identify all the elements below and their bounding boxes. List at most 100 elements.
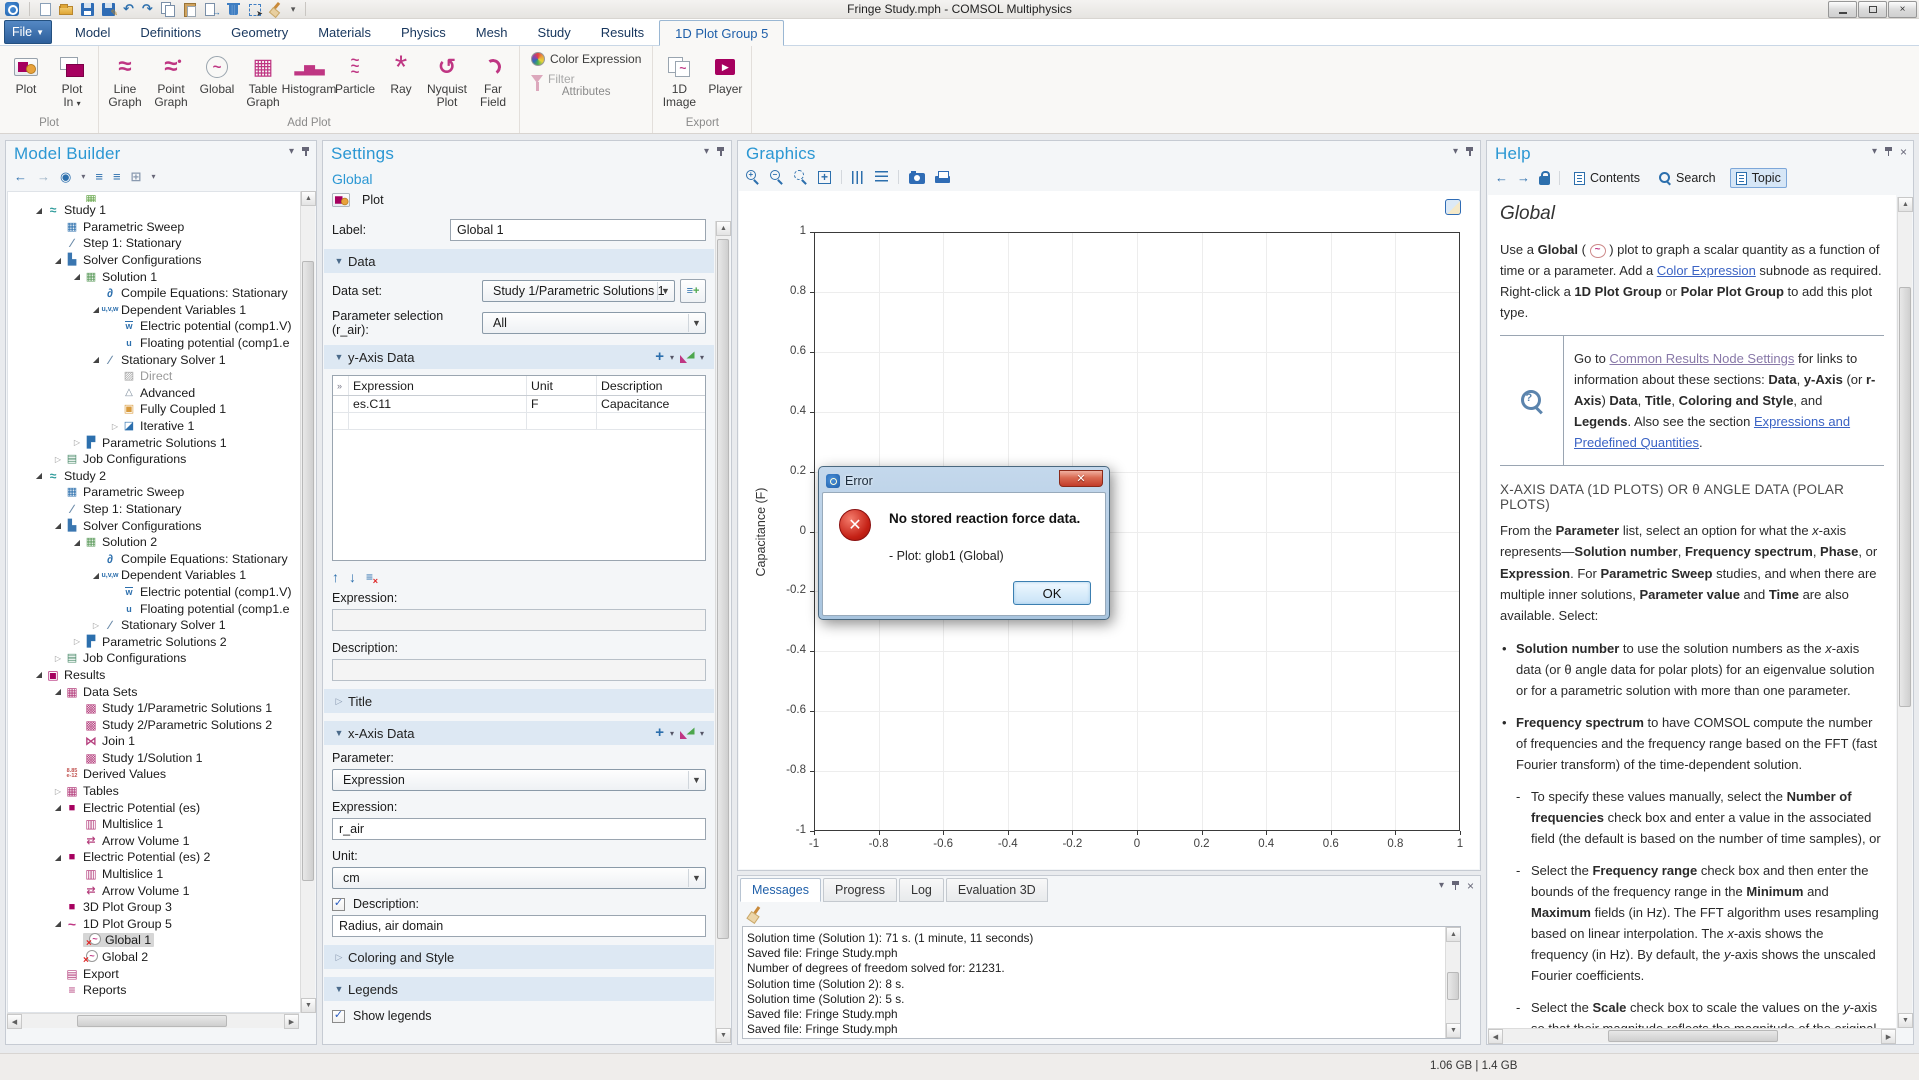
- collapse-icon[interactable]: ◢: [33, 471, 45, 480]
- back-icon[interactable]: ←: [1495, 171, 1508, 185]
- x-grid-icon[interactable]: [852, 171, 865, 184]
- tree-item-multislice-1[interactable]: ▥Multislice 1: [8, 816, 300, 833]
- go-to-node-icon[interactable]: ⊞: [131, 170, 142, 184]
- pin-icon[interactable]: [1884, 147, 1893, 157]
- tree-item-solver-configurations[interactable]: ◢▙Solver Configurations: [8, 517, 300, 534]
- delete-icon[interactable]: [227, 2, 241, 16]
- show-icon[interactable]: ◉: [60, 170, 71, 184]
- tree-item-join-1[interactable]: ⋈Join 1: [8, 733, 300, 750]
- collapse-icon[interactable]: ◢: [52, 803, 64, 812]
- forward-icon[interactable]: →: [37, 170, 50, 184]
- log-vertical-scrollbar[interactable]: ▲ ▼: [1445, 927, 1460, 1038]
- scroll-right-icon[interactable]: ▶: [1881, 1029, 1896, 1044]
- scroll-up-icon[interactable]: ▲: [716, 221, 731, 236]
- histogram-button[interactable]: ▂▅▃Histogram: [286, 49, 332, 96]
- panel-menu-icon[interactable]: ▾: [1439, 881, 1444, 891]
- tree-item-stationary-solver-1[interactable]: ▷∕Stationary Solver 1: [8, 617, 300, 634]
- panel-menu-icon[interactable]: ▾: [1872, 147, 1877, 157]
- plotin-button[interactable]: PlotIn ▾: [49, 49, 95, 110]
- tree-item-study-1-solution-1[interactable]: ▩Study 1/Solution 1: [8, 750, 300, 767]
- scroll-up-icon[interactable]: ▲: [1446, 927, 1461, 942]
- table-row[interactable]: es.C11FCapacitance: [333, 396, 705, 413]
- pointgraph-button[interactable]: ≈PointGraph: [148, 49, 194, 109]
- tree-item-multislice-1[interactable]: ▥Multislice 1: [8, 866, 300, 883]
- tree-item-3d-plot-group-3[interactable]: ■3D Plot Group 3: [8, 899, 300, 916]
- add-expression-icon[interactable]: +: [655, 726, 664, 740]
- print-icon[interactable]: [935, 171, 950, 183]
- tree-item-study-2-parametric-solutions-2[interactable]: ▩Study 2/Parametric Solutions 2: [8, 716, 300, 733]
- save-as-icon[interactable]: [102, 3, 115, 16]
- zoom-in-icon[interactable]: +: [746, 170, 760, 184]
- tree-item-global-1[interactable]: Global 1: [8, 932, 300, 949]
- go-to-menu-icon[interactable]: ▾: [151, 170, 155, 184]
- scroll-down-icon[interactable]: ▼: [1898, 1013, 1913, 1028]
- tree-item-parametric-solutions-1[interactable]: ▷▛Parametric Solutions 1: [8, 434, 300, 451]
- tree-item-electric-potential-comp1-v[interactable]: wElectric potential (comp1.V): [8, 318, 300, 335]
- section-data[interactable]: ▼ Data: [324, 249, 714, 273]
- tree-item-solution-2[interactable]: ◢▦Solution 2: [8, 534, 300, 551]
- tree-item-solution-1[interactable]: ◢▦Solution 1: [8, 268, 300, 285]
- tree-item-step-1-stationary[interactable]: ∕Step 1: Stationary: [8, 235, 300, 252]
- tree-item-study-1-parametric-solutions-1[interactable]: ▩Study 1/Parametric Solutions 1: [8, 700, 300, 717]
- tree-item-export[interactable]: ▤Export: [8, 965, 300, 982]
- move-up-icon[interactable]: ↑: [332, 569, 339, 585]
- tree-item-parametric-sweep[interactable]: ▦Parametric Sweep: [8, 219, 300, 236]
- tab-messages[interactable]: Messages: [740, 878, 821, 902]
- close-button[interactable]: ×: [1888, 1, 1917, 18]
- close-icon[interactable]: ×: [1467, 881, 1474, 891]
- minimize-button[interactable]: [1828, 1, 1857, 18]
- plot-button[interactable]: Plot: [332, 191, 706, 209]
- section-legends[interactable]: ▼ Legends: [324, 977, 714, 1001]
- pin-icon[interactable]: [1465, 147, 1474, 157]
- collapse-icon[interactable]: ◢: [52, 687, 64, 696]
- tree-item-clipped-node[interactable]: ▦: [8, 192, 300, 202]
- farfield-button[interactable]: FarField: [470, 49, 516, 109]
- expand-icon[interactable]: ▷: [52, 455, 64, 464]
- tree-item-stationary-solver-1[interactable]: ◢∕Stationary Solver 1: [8, 351, 300, 368]
- ok-button[interactable]: OK: [1013, 581, 1091, 605]
- x-parameter-combo[interactable]: Expression▼: [332, 769, 706, 791]
- scroll-left-icon[interactable]: ◀: [1488, 1029, 1503, 1044]
- model-builder-vertical-scrollbar[interactable]: ▲ ▼: [300, 191, 315, 1013]
- x-expression-input[interactable]: r_air: [332, 818, 706, 840]
- tree-item-1d-plot-group-5[interactable]: ◢~1D Plot Group 5: [8, 916, 300, 933]
- collapse-icon[interactable]: ◢: [52, 853, 64, 862]
- tab-evaluation-3d[interactable]: Evaluation 3D: [946, 878, 1048, 902]
- collapse-icon[interactable]: ◢: [90, 571, 102, 580]
- tree-item-iterative-1[interactable]: ▷◪Iterative 1: [8, 418, 300, 435]
- 1dimage-button[interactable]: 1DImage: [656, 49, 702, 109]
- plot-axis-icon[interactable]: [680, 351, 694, 363]
- tab-mesh[interactable]: Mesh: [461, 19, 523, 45]
- add-expression-icon[interactable]: +: [655, 350, 664, 364]
- error-dialog-titlebar[interactable]: Error ✕: [822, 470, 1106, 492]
- tree-item-study-1[interactable]: ◢≈Study 1: [8, 202, 300, 219]
- collapse-icon[interactable]: ◢: [52, 256, 64, 265]
- column-header-description[interactable]: Description: [597, 376, 705, 395]
- expand-icon[interactable]: ▷: [52, 787, 64, 796]
- dialog-close-button[interactable]: ✕: [1059, 470, 1103, 487]
- tree-item-dependent-variables-1[interactable]: ◢u,v,wDependent Variables 1: [8, 302, 300, 319]
- linegraph-button[interactable]: ≈LineGraph: [102, 49, 148, 109]
- tree-item-tables[interactable]: ▷▦Tables: [8, 783, 300, 800]
- tree-item-step-1-stationary[interactable]: ∕Step 1: Stationary: [8, 501, 300, 518]
- expand-icon[interactable]: ▷: [71, 438, 83, 447]
- cell-expression[interactable]: es.C11: [349, 396, 527, 412]
- topic-button[interactable]: Topic: [1730, 168, 1787, 188]
- collapse-icon[interactable]: ◢: [33, 670, 45, 679]
- lock-icon[interactable]: [1539, 176, 1550, 185]
- link-color-expression[interactable]: Color Expression: [1657, 263, 1756, 278]
- x-unit-combo[interactable]: cm▼: [332, 867, 706, 889]
- new-dataset-button[interactable]: ≡+: [680, 279, 706, 303]
- tree-item-floating-potential-comp1-e[interactable]: uFloating potential (comp1.e: [8, 335, 300, 352]
- duplicate-icon[interactable]: [205, 2, 219, 16]
- move-down-icon[interactable]: ↓: [349, 569, 356, 585]
- pin-icon[interactable]: [301, 147, 310, 157]
- tab-model[interactable]: Model: [60, 19, 125, 45]
- tree-item-compile-equations-stationary[interactable]: ∂Compile Equations: Stationary: [8, 550, 300, 567]
- scroll-up-icon[interactable]: ▲: [301, 191, 316, 206]
- scroll-up-icon[interactable]: ▲: [1898, 197, 1913, 212]
- tree-item-floating-potential-comp1-e[interactable]: uFloating potential (comp1.e: [8, 600, 300, 617]
- tab-progress[interactable]: Progress: [823, 878, 897, 902]
- tree-item-global-2[interactable]: Global 2: [8, 949, 300, 966]
- tree-item-derived-values[interactable]: 8.85 e-12Derived Values: [8, 766, 300, 783]
